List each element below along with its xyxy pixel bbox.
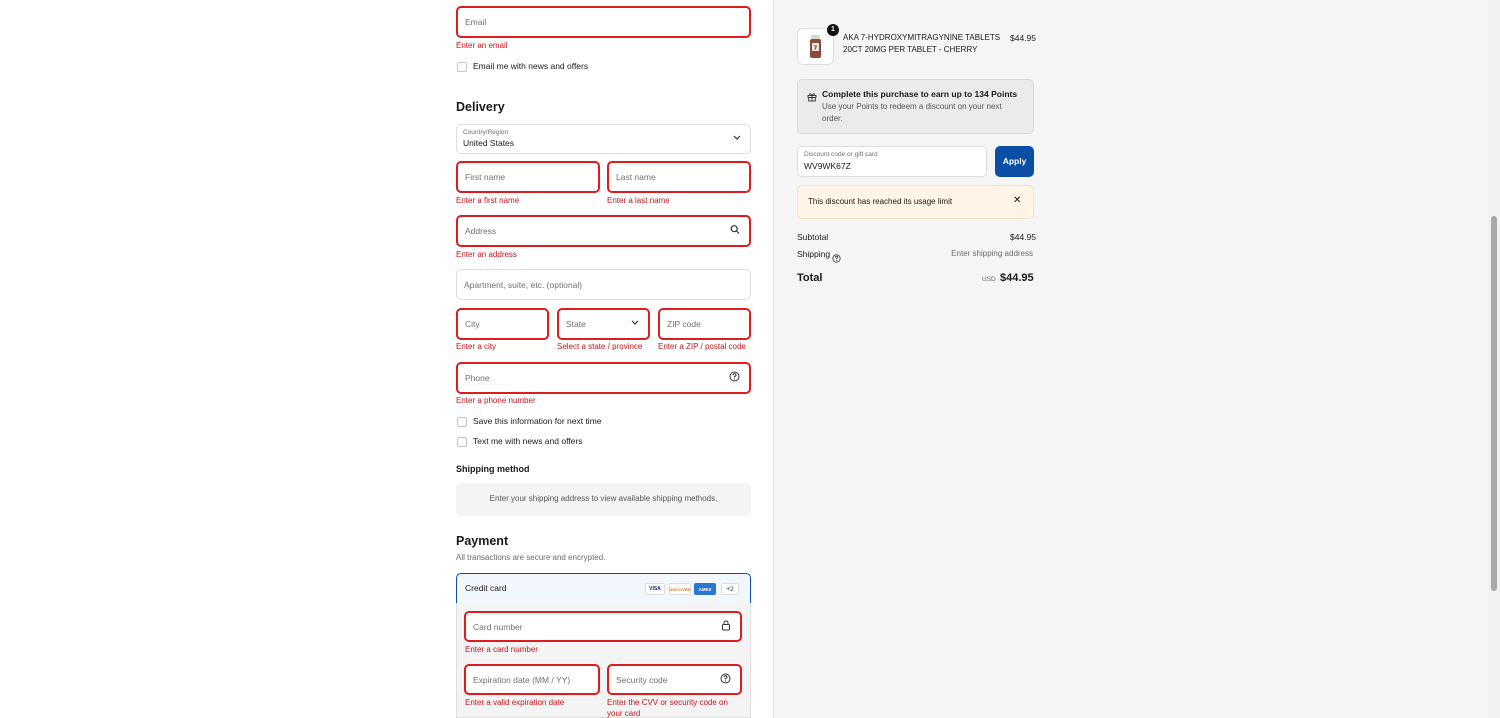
- phone-placeholder: Phone: [465, 373, 490, 383]
- apartment-placeholder: Apartment, suite, etc. (optional): [464, 279, 583, 290]
- email-placeholder: Email: [465, 17, 487, 27]
- product-price: $44.95: [1010, 33, 1036, 43]
- save-info-checkbox[interactable]: [457, 417, 467, 427]
- email-error: Enter an email: [456, 41, 508, 50]
- points-title: Complete this purchase to earn up to 134…: [822, 89, 1018, 99]
- product-bottle-image: 7: [810, 35, 821, 58]
- first-name-error: Enter a first name: [456, 196, 520, 205]
- points-body-line1: Use your Points to redeem a discount on …: [822, 102, 1002, 111]
- zip-placeholder: ZIP code: [667, 319, 701, 329]
- shipping-value: Enter shipping address: [951, 249, 1033, 258]
- email-news-checkbox[interactable]: [457, 62, 467, 72]
- help-circle-icon[interactable]: [729, 371, 740, 385]
- search-icon: [730, 225, 740, 238]
- points-banner: Complete this purchase to earn up to 134…: [797, 79, 1034, 134]
- security-code-error-line1: Enter the CVV or security code on: [607, 698, 728, 707]
- last-name-field[interactable]: Last name: [607, 161, 751, 193]
- payment-heading: Payment: [456, 534, 509, 548]
- city-placeholder: City: [465, 319, 480, 329]
- page-scrollbar[interactable]: [1488, 0, 1500, 718]
- svg-text:7: 7: [814, 46, 818, 52]
- email-field[interactable]: Email: [456, 6, 751, 38]
- security-code-placeholder: Security code: [616, 674, 668, 685]
- total-currency: USD: [982, 276, 996, 283]
- card-number-placeholder: Card number: [473, 621, 523, 632]
- checkout-form-panel: Email Enter an email Email me with news …: [0, 0, 773, 718]
- discount-value: WV9WK67Z: [804, 161, 851, 171]
- points-body-line2: order.: [822, 114, 843, 123]
- amex-icon: AMEX: [694, 583, 716, 595]
- discount-notice-text: This discount has reached its usage limi…: [808, 197, 953, 206]
- save-info-label: Save this information for next time: [473, 416, 602, 426]
- email-news-label: Email me with news and offers: [473, 61, 589, 71]
- address-placeholder: Address: [465, 226, 497, 236]
- expiry-error: Enter a valid expiration date: [465, 698, 565, 707]
- payment-subheading: All transactions are secure and encrypte…: [456, 553, 606, 562]
- state-select[interactable]: State: [557, 308, 650, 340]
- close-icon[interactable]: ✕: [1013, 195, 1021, 206]
- quantity-badge: 1: [827, 24, 839, 36]
- address-error: Enter an address: [456, 250, 517, 259]
- apply-button[interactable]: Apply: [995, 146, 1034, 177]
- discount-field[interactable]: Discount code or gift card WV9WK67Z: [797, 146, 987, 177]
- security-code-error-line2: your card: [607, 709, 641, 718]
- order-summary-panel: 7 1 AKA 7-HYDROXYMITRAGYNINE TABLETS 20C…: [773, 0, 1488, 718]
- shipping-method-heading: Shipping method: [456, 464, 530, 474]
- total-value: $44.95: [1000, 272, 1034, 284]
- credit-card-label: Credit card: [465, 583, 507, 593]
- visa-icon: VISA: [645, 583, 665, 595]
- shipping-method-box: Enter your shipping address to view avai…: [456, 483, 751, 516]
- product-thumbnail: 7 1: [797, 24, 839, 65]
- subtotal-value: $44.95: [1010, 232, 1036, 242]
- subtotal-label: Subtotal: [797, 232, 829, 242]
- chevron-down-icon: [733, 134, 741, 145]
- country-label: Country/Region: [463, 129, 509, 136]
- security-code-field[interactable]: Security code: [607, 664, 742, 695]
- city-error: Enter a city: [456, 342, 497, 351]
- card-number-field[interactable]: Card number: [464, 611, 742, 642]
- discount-notice: This discount has reached its usage limi…: [797, 185, 1034, 219]
- credit-card-option[interactable]: Credit card VISA DISCOVER AMEX +2: [456, 573, 751, 604]
- shipping-method-message: Enter your shipping address to view avai…: [489, 494, 718, 503]
- total-label: Total: [797, 272, 823, 284]
- gift-icon: [807, 89, 817, 107]
- product-name-line1: AKA 7-HYDROXYMITRAGYNINE TABLETS: [843, 33, 1001, 42]
- first-name-placeholder: First name: [465, 172, 506, 182]
- shipping-label: Shipping: [797, 249, 831, 259]
- apartment-field[interactable]: Apartment, suite, etc. (optional): [456, 269, 751, 300]
- zip-error: Enter a ZIP / postal code: [658, 342, 746, 351]
- product-name-line2: 20CT 20MG PER TABLET - CHERRY: [843, 45, 978, 54]
- first-name-field[interactable]: First name: [456, 161, 600, 193]
- delivery-heading: Delivery: [456, 100, 505, 114]
- city-field[interactable]: City: [456, 308, 549, 340]
- card-number-error: Enter a card number: [465, 645, 538, 654]
- text-me-label: Text me with news and offers: [473, 436, 583, 446]
- zip-field[interactable]: ZIP code: [658, 308, 751, 340]
- state-error: Select a state / province: [557, 342, 643, 351]
- expiry-field[interactable]: Expiration date (MM / YY): [464, 664, 600, 695]
- scrollbar-thumb[interactable]: [1491, 216, 1497, 591]
- expiry-placeholder: Expiration date (MM / YY): [473, 674, 571, 685]
- phone-field[interactable]: Phone: [456, 362, 751, 394]
- discount-label: Discount code or gift card: [804, 151, 878, 158]
- help-circle-icon[interactable]: [720, 673, 731, 687]
- country-select[interactable]: Country/Region United States: [456, 124, 751, 154]
- phone-error: Enter a phone number: [456, 396, 536, 405]
- country-value: United States: [463, 138, 515, 148]
- text-me-checkbox[interactable]: [457, 437, 467, 447]
- lock-icon: [721, 619, 731, 634]
- last-name-error: Enter a last name: [607, 196, 670, 205]
- more-cards-badge: +2: [721, 583, 739, 595]
- state-placeholder: State: [566, 319, 586, 329]
- last-name-placeholder: Last name: [616, 172, 656, 182]
- discover-icon: DISCOVER: [669, 583, 691, 595]
- chevron-down-icon: [631, 319, 639, 330]
- address-field[interactable]: Address: [456, 215, 751, 247]
- help-circle-icon[interactable]: [832, 250, 841, 268]
